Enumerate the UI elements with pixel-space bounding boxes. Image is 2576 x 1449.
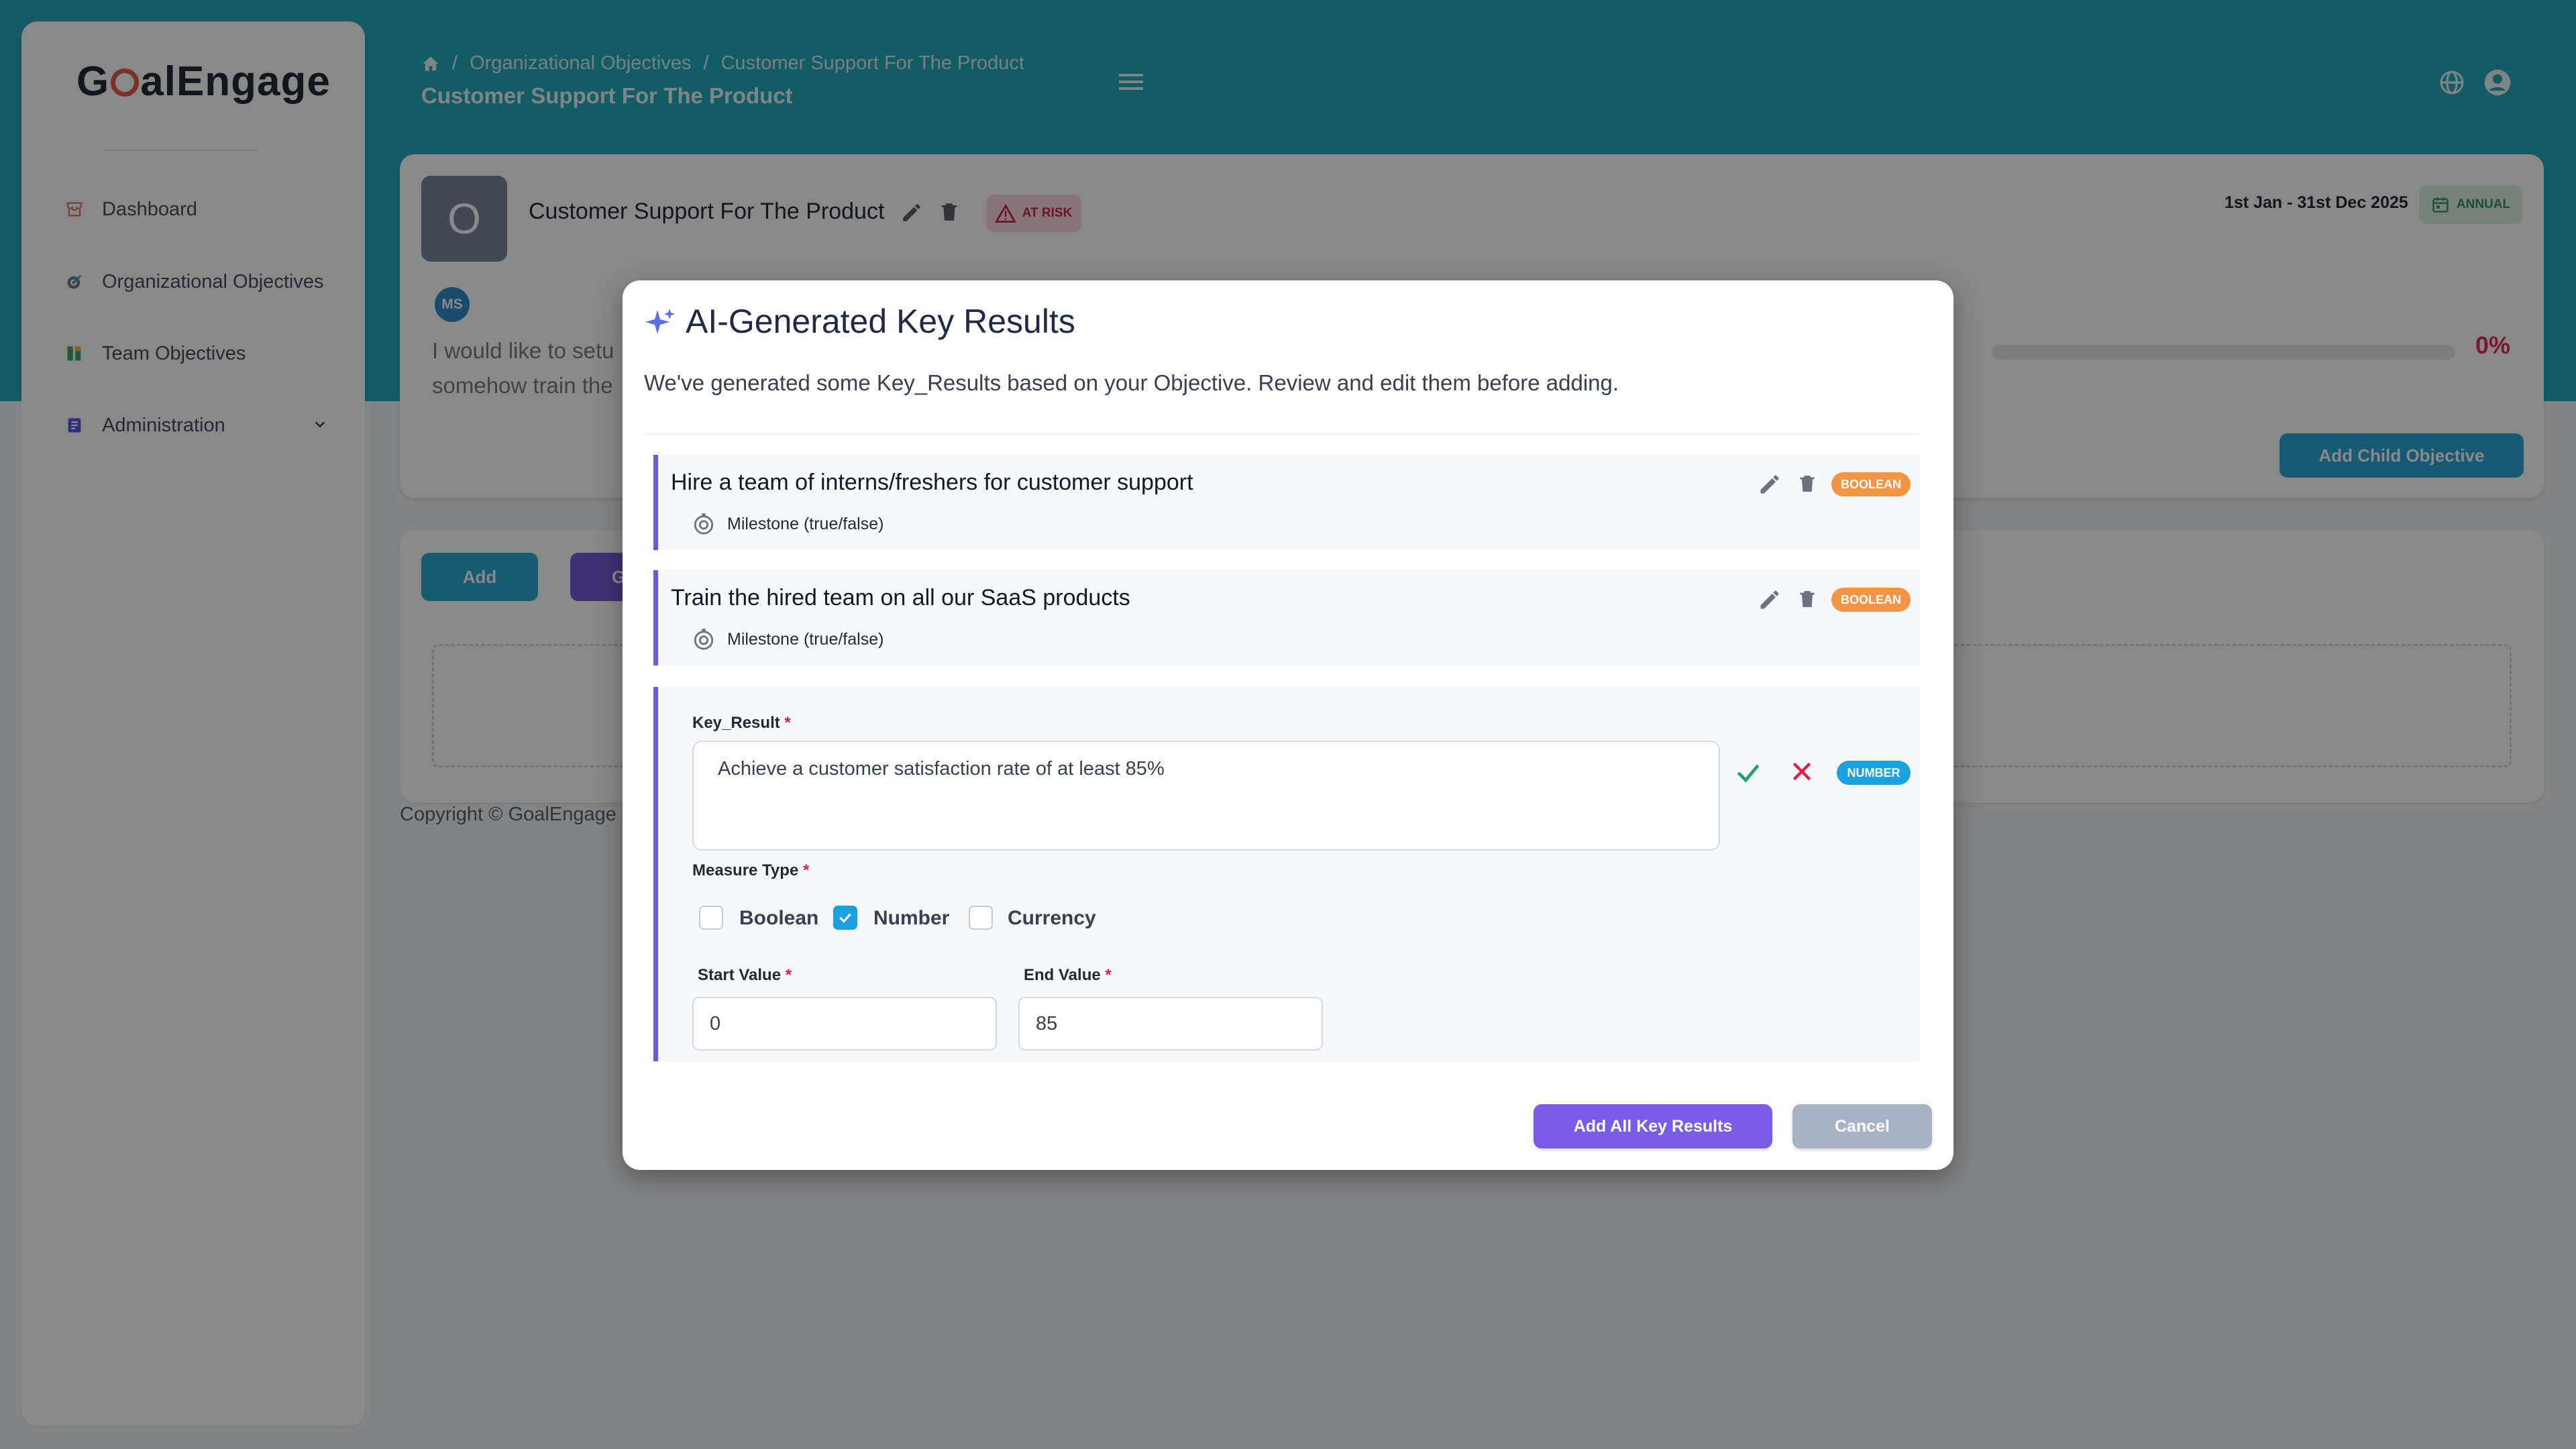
modal-divider [644,433,1919,435]
measure-type-badge: BOOLEAN [1831,588,1911,612]
start-value-label: Start Value * [698,966,792,984]
currency-option-label: Currency [1008,907,1096,929]
currency-checkbox[interactable] [969,906,993,930]
timer-icon [694,629,714,650]
check-icon [839,913,851,923]
timer-icon [694,513,714,535]
number-option-label: Number [873,907,950,929]
key-result-label: Key_Result * [692,714,791,732]
add-all-key-results-button[interactable]: Add All Key Results [1534,1104,1772,1148]
key-result-type: Milestone (true/false) [692,513,883,535]
end-value-input[interactable]: 85 [1018,997,1323,1051]
number-checkbox[interactable] [833,906,857,930]
close-icon[interactable] [1788,758,1815,785]
modal-subtitle: We've generated some Key_Results based o… [644,370,1619,395]
measure-type-badge: BOOLEAN [1831,472,1911,496]
trash-icon[interactable] [1796,586,1818,612]
start-value-input[interactable]: 0 [692,997,997,1051]
edit-icon[interactable] [1758,472,1782,496]
measure-type-label: Measure Type * [692,861,810,879]
check-icon[interactable] [1733,758,1763,788]
key-result-title: Hire a team of interns/freshers for cust… [671,470,1193,495]
modal-title: AI-Generated Key Results [686,303,1075,340]
sparkles-icon [645,309,675,334]
key-result-input[interactable]: Achieve a customer satisfaction rate of … [692,741,1720,851]
key-result-title: Train the hired team on all our SaaS pro… [671,585,1130,610]
boolean-option-label: Boolean [739,907,819,929]
key-result-type: Milestone (true/false) [692,628,883,651]
edit-icon[interactable] [1758,588,1782,612]
trash-icon[interactable] [1796,471,1818,496]
end-value-label: End Value * [1024,966,1112,984]
boolean-checkbox[interactable] [699,906,723,930]
cancel-button[interactable]: Cancel [1792,1104,1932,1148]
measure-type-badge: NUMBER [1837,761,1911,785]
